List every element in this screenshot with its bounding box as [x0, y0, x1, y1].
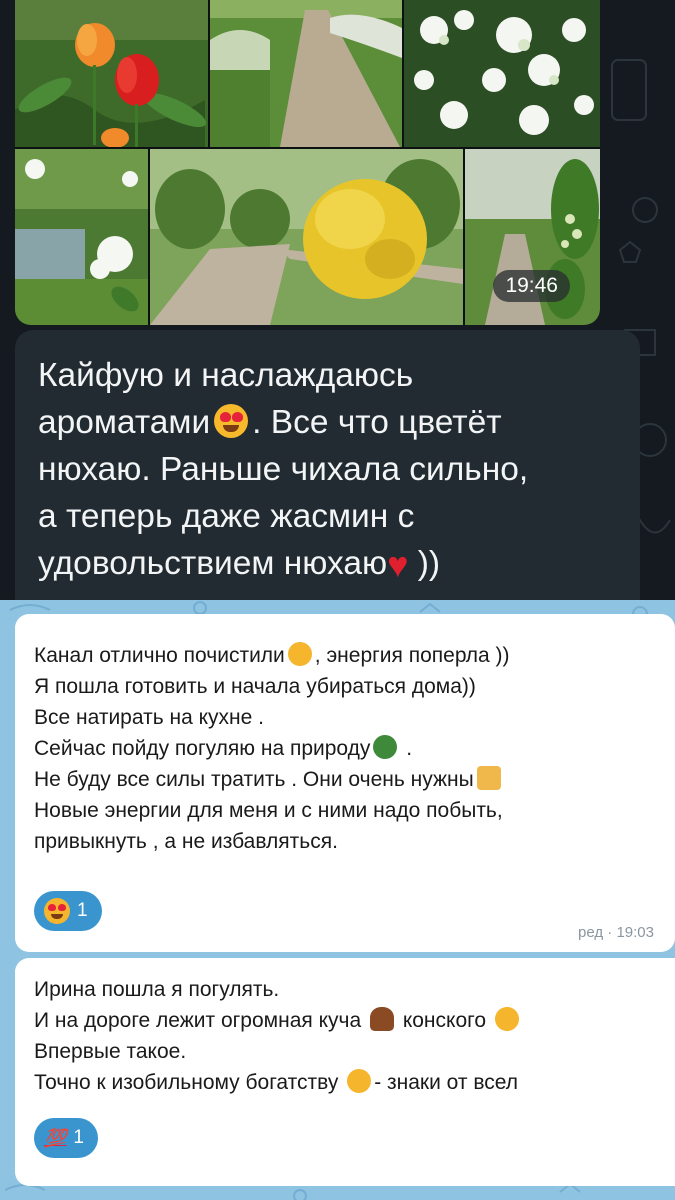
heart-eyes-emoji-icon: [214, 404, 249, 438]
pile-of-poo-emoji-icon: [369, 1007, 394, 1031]
album-timestamp: 19:46: [493, 270, 570, 302]
photo-forsythia-path[interactable]: [150, 149, 463, 325]
message-line: ароматами. Все что цветёт: [38, 404, 502, 441]
reaction-count: 1: [73, 1127, 84, 1148]
message-line: Новые энергии для меня и с ними надо поб…: [34, 799, 503, 822]
message-text: Ирина пошла я погулять. И на дороге лежи…: [34, 974, 522, 1098]
reaction-count: 1: [77, 900, 88, 921]
message-line: Сейчас пойду погуляю на природу .: [34, 735, 413, 760]
message-line: Все натирать на кухне .: [34, 706, 264, 729]
rolling-laughing-emoji-icon: [494, 1007, 519, 1031]
message-text: Канал отлично почистили, энергия поперла…: [34, 640, 510, 857]
message-line: Ирина пошла я погулять.: [34, 978, 280, 1001]
dark-message-text: Кайфую и наслаждаюсь ароматами. Все что …: [38, 352, 638, 588]
dark-chat-screenshot: 19:46 Кайфую и наслаждаюсь ароматами. Вс…: [0, 0, 675, 600]
rolling-laughing-emoji-icon: [347, 1069, 372, 1093]
message-time: ред · 19:03: [578, 924, 654, 941]
photo-album[interactable]: 19:46: [15, 0, 600, 325]
message-line: удовольствием нюхаю♥ )): [38, 540, 638, 588]
message-line: привыкнуть , а не избавляться.: [34, 830, 338, 853]
heart-eyes-emoji-icon: [44, 898, 70, 924]
message-line: Впервые такое.: [34, 1040, 187, 1063]
light-chat-screenshot: Канал отлично почистили, энергия поперла…: [0, 600, 675, 1200]
photo-blossom-branch[interactable]: [15, 149, 148, 325]
photo-tulips[interactable]: [15, 0, 208, 147]
hundred-points-emoji-icon: 💯: [44, 1127, 67, 1148]
photo-park-path[interactable]: [210, 0, 402, 147]
reaction-hundred[interactable]: 💯 1: [34, 1118, 98, 1158]
message-line: Канал отлично почистили, энергия поперла…: [34, 642, 510, 667]
message-line: Не буду все силы тратить . Они очень нуж…: [34, 764, 510, 795]
message-line: Я пошла готовить и начала убираться дома…: [34, 675, 476, 698]
message-line: нюхаю. Раньше чихала сильно,: [38, 451, 529, 488]
tree-emoji-icon: [373, 735, 398, 759]
photo-white-blossoms[interactable]: [404, 0, 600, 147]
smiling-face-with-hearts-icon: [287, 642, 312, 666]
red-heart-emoji-icon: ♥: [387, 544, 409, 585]
message-line: И на дороге лежит огромная куча конского: [34, 1005, 522, 1036]
message-line: Точно к изобильному богатству - знаки от…: [34, 1069, 518, 1094]
folded-hands-emoji-icon: [476, 766, 501, 790]
reaction-heart-eyes[interactable]: 1: [34, 891, 102, 931]
message-line: а теперь даже жасмин с: [38, 498, 415, 535]
message-line: Кайфую и наслаждаюсь: [38, 357, 414, 394]
